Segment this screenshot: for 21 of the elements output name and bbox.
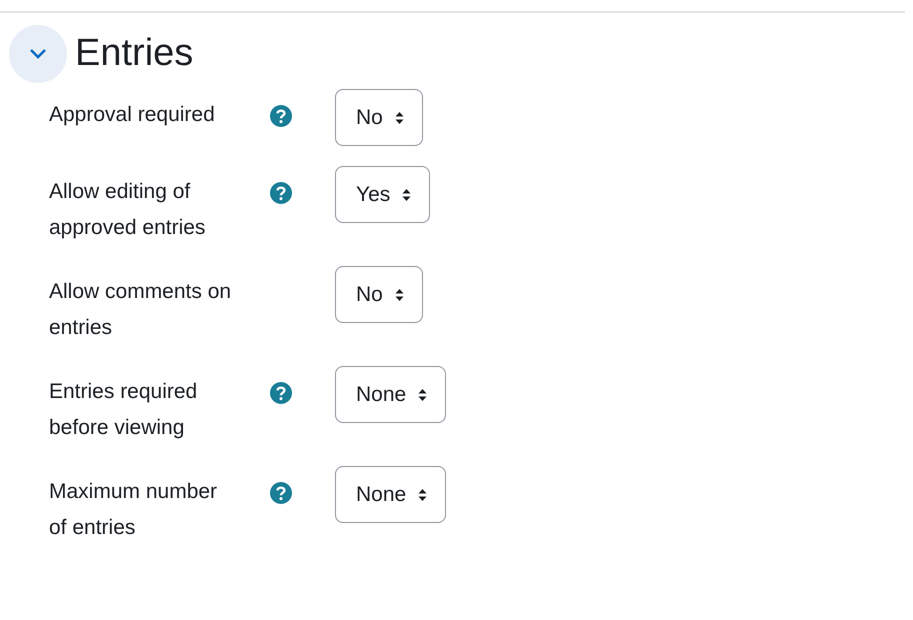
chevron-icon: [28, 47, 48, 61]
dropdown[interactable]: No: [335, 89, 423, 146]
help-icon[interactable]: [270, 482, 292, 504]
sort-caret-icon: [418, 388, 428, 402]
dropdown[interactable]: No: [335, 266, 423, 323]
field-label: Allow editing of approved entries: [49, 179, 206, 241]
dropdown[interactable]: Yes: [335, 166, 430, 223]
sort-caret-icon: [394, 110, 404, 124]
help-icon[interactable]: [270, 182, 292, 204]
dropdown[interactable]: None: [335, 366, 446, 423]
sort-caret-icon: [402, 188, 412, 202]
field-label: Allow comments on entries: [49, 279, 232, 341]
section-title: Entries: [75, 31, 194, 76]
field-label: Approval required: [49, 102, 216, 128]
sort-caret-icon: [418, 488, 428, 502]
sort-caret-icon: [394, 288, 404, 302]
field-label: Entries required before viewing: [49, 379, 198, 441]
help-icon[interactable]: [270, 382, 292, 404]
field-label: Maximum number of entries: [49, 479, 218, 541]
help-icon[interactable]: [270, 105, 292, 127]
dropdown[interactable]: None: [335, 466, 446, 523]
